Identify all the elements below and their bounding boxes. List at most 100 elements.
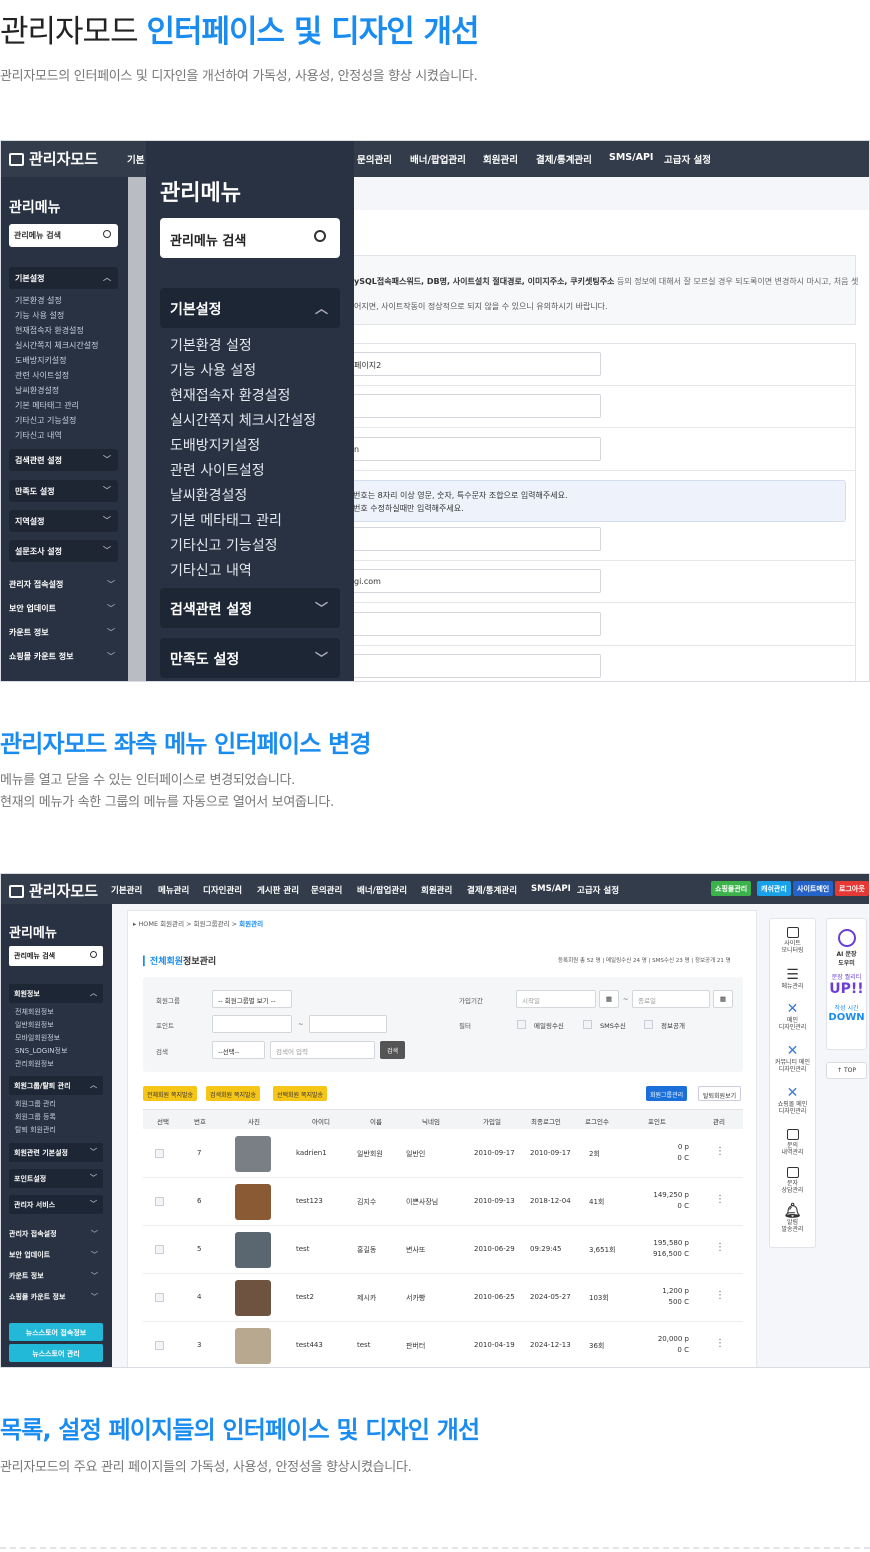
cell-id[interactable]: test2 — [296, 1293, 314, 1301]
sidebar-group-member-group[interactable]: 회원그룹/탈퇴 관리 ︿ — [9, 1076, 103, 1095]
sidebar-item[interactable]: 일반회원정보 — [15, 1020, 54, 1030]
panel-group-satisfaction[interactable]: 만족도 설정 ﹀ — [160, 638, 340, 678]
cell-id[interactable]: test — [296, 1245, 309, 1253]
nav-item[interactable]: 기본관리 — [111, 884, 142, 896]
community-design-tool[interactable]: ✕ 커뮤니티 메인 디자인관리 — [770, 1044, 815, 1073]
row-checkbox[interactable] — [155, 1341, 164, 1350]
sidebar-item[interactable]: 모바일회원정보 — [15, 1033, 60, 1043]
sidebar-item[interactable]: 회원그룹 관리 — [15, 1099, 56, 1109]
panel-search-input[interactable]: 관리메뉴 검색 — [160, 218, 340, 258]
nav-item[interactable]: 회원관리 — [421, 884, 452, 896]
sidebar-group-search[interactable]: 검색관련 설정 ﹀ — [9, 449, 118, 471]
panel-item[interactable]: 기본 메타태그 관리 — [170, 510, 282, 530]
sidebar-item[interactable]: 관련 사이트설정 — [15, 370, 69, 381]
start-date-input[interactable]: 시작일 — [516, 990, 596, 1008]
site-monitoring-tool[interactable]: 사이트 모니터링 — [770, 927, 815, 954]
nav-inquiry[interactable]: 문의관리 — [357, 152, 392, 166]
nav-member[interactable]: 회원관리 — [483, 152, 518, 166]
sidebar-item[interactable]: 기타신고 내역 — [15, 430, 62, 441]
form-field[interactable]: 페이지2 — [351, 352, 601, 376]
nav-item[interactable]: 배너/팝업관리 — [357, 884, 407, 896]
sidebar-item[interactable]: 날씨환경설정 — [15, 385, 59, 396]
shop-admin-button[interactable]: 쇼핑몰관리 — [711, 881, 752, 896]
sidebar-link[interactable]: 쇼핑몰 카운트 정보 ﹀ — [9, 1292, 98, 1302]
admin-logo[interactable]: 관리자모드 — [9, 880, 98, 901]
sidebar-link[interactable]: 보안 업데이트 ﹀ — [9, 1250, 98, 1260]
admin-logo[interactable]: 관리자모드 — [9, 148, 98, 169]
search-button[interactable]: 검색 — [380, 1041, 405, 1059]
calendar-icon[interactable]: ▦ — [599, 990, 619, 1008]
ai-assistant-widget[interactable]: AI 문장 도우미 문장 퀄리티 UP!! 작성 시간 DOWN — [826, 918, 867, 1050]
sidebar-item[interactable]: 기본환경 설정 — [15, 295, 62, 306]
panel-item[interactable]: 기본환경 설정 — [170, 335, 252, 355]
member-photo[interactable] — [235, 1232, 271, 1268]
panel-group-basic[interactable]: 기본설정 ︿ — [160, 288, 340, 328]
more-icon[interactable]: ⋮ — [715, 1146, 725, 1157]
sidebar-item[interactable]: 기본 메타태그 관리 — [15, 400, 79, 411]
sidebar-search-input[interactable]: 관리메뉴 검색 — [9, 224, 118, 247]
sidebar-link[interactable]: 쇼핑몰 카운트 정보 ﹀ — [9, 651, 115, 662]
inquiry-tool[interactable]: 문의 내역관리 — [770, 1129, 815, 1156]
table-row[interactable]: 3 test443 test 판버터 2010-04-19 2024-12-13 36회 20… — [143, 1322, 743, 1367]
more-icon[interactable]: ⋮ — [715, 1338, 725, 1349]
group-manage-button[interactable]: 회원그룹관리 — [646, 1086, 688, 1101]
form-field[interactable] — [351, 654, 601, 678]
row-checkbox[interactable] — [155, 1293, 164, 1302]
table-row[interactable]: 7 kadrien1 일반회원 일반인 2010-09-17 2010-09-17 2회 0 … — [143, 1130, 743, 1178]
panel-item[interactable]: 기능 사용 설정 — [170, 360, 256, 380]
nav-advanced[interactable]: 고급자 설정 — [664, 152, 711, 166]
group-select[interactable]: -- 회원그룹별 보기 -- — [212, 990, 292, 1008]
nav-banner[interactable]: 배너/팝업관리 — [410, 152, 466, 166]
panel-group-search[interactable]: 검색관련 설정 ﹀ — [160, 588, 340, 628]
send-all-message-button[interactable]: 전체회원 쪽지발송 — [143, 1086, 198, 1101]
nav-item[interactable]: 결제/통계관리 — [467, 884, 517, 896]
sidebar-item[interactable]: 관리회원정보 — [15, 1059, 54, 1069]
calendar-icon[interactable]: ▦ — [713, 990, 733, 1008]
logout-button[interactable]: 로그아웃 — [835, 881, 869, 896]
table-row[interactable]: 6 test123 김지수 이쁜사장님 2010-09-13 2018-12-04 41회 1… — [143, 1178, 743, 1226]
email-field[interactable]: gi.com — [351, 569, 601, 593]
nav-item[interactable]: 디자인관리 — [203, 884, 242, 896]
member-photo[interactable] — [235, 1328, 271, 1364]
member-photo[interactable] — [235, 1280, 271, 1316]
row-checkbox[interactable] — [155, 1197, 164, 1206]
sidebar-link[interactable]: 관리자 접속설정 ﹀ — [9, 1229, 98, 1239]
sidebar-group-region[interactable]: 지역설정 ﹀ — [9, 510, 118, 532]
form-field[interactable] — [351, 612, 601, 636]
row-checkbox[interactable] — [155, 1245, 164, 1254]
sidebar-group[interactable]: 회원관련 기본설정 ﹀ — [9, 1143, 103, 1162]
public-info-checkbox[interactable] — [644, 1020, 653, 1029]
sidebar-group-satisfaction[interactable]: 만족도 설정 ﹀ — [9, 480, 118, 502]
panel-item[interactable]: 관련 사이트설정 — [170, 460, 265, 480]
nav-item[interactable]: 고급자 설정 — [577, 884, 619, 896]
cash-admin-button[interactable]: 캐쉬관리 — [757, 881, 791, 896]
more-icon[interactable]: ⋮ — [715, 1194, 725, 1205]
main-design-tool[interactable]: ✕ 메인 디자인관리 — [770, 1002, 815, 1031]
nav-item[interactable]: SMS/API — [531, 884, 571, 894]
news-store-access-button[interactable]: 뉴스스토어 접속정보 — [9, 1323, 103, 1341]
panel-item[interactable]: 기타신고 내역 — [170, 560, 252, 580]
mailing-checkbox[interactable] — [517, 1020, 526, 1029]
withdrawn-members-button[interactable]: 탈퇴회원보기 — [698, 1086, 742, 1101]
cell-id[interactable]: test123 — [296, 1197, 323, 1205]
sidebar-group[interactable]: 포인트설정 ﹀ — [9, 1169, 103, 1188]
sms-checkbox[interactable] — [583, 1020, 592, 1029]
notification-tool[interactable]: 🔔︎ 알림 발송관리 — [770, 1204, 815, 1233]
sidebar-item[interactable]: 기능 사용 설정 — [15, 310, 64, 321]
panel-item[interactable]: 실시간쪽지 체크시간설정 — [170, 410, 316, 430]
form-field[interactable]: n — [351, 437, 601, 461]
nav-basic[interactable]: 기본 — [127, 152, 144, 166]
keyword-input[interactable]: 검색어 입력 — [270, 1041, 375, 1059]
sidebar-item[interactable]: SNS_LOGIN정보 — [15, 1046, 67, 1056]
point-max-input[interactable] — [309, 1015, 387, 1033]
sidebar-link[interactable]: 카운트 정보 ﹀ — [9, 627, 115, 638]
sidebar-group-survey[interactable]: 설문조사 설정 ﹀ — [9, 540, 118, 562]
sidebar-link[interactable]: 카운트 정보 ﹀ — [9, 1271, 98, 1281]
panel-item[interactable]: 날씨환경설정 — [170, 485, 247, 505]
member-photo[interactable] — [235, 1136, 271, 1172]
cell-id[interactable]: test443 — [296, 1341, 323, 1349]
sidebar-item[interactable]: 전체회원정보 — [15, 1007, 54, 1017]
table-row[interactable]: 5 test 홍길동 변사또 2010-06-29 09:29:45 3,651회 195,5… — [143, 1226, 743, 1274]
news-store-admin-button[interactable]: 뉴스스토어 관리 — [9, 1344, 103, 1362]
nav-payment[interactable]: 결제/통계관리 — [536, 152, 592, 166]
